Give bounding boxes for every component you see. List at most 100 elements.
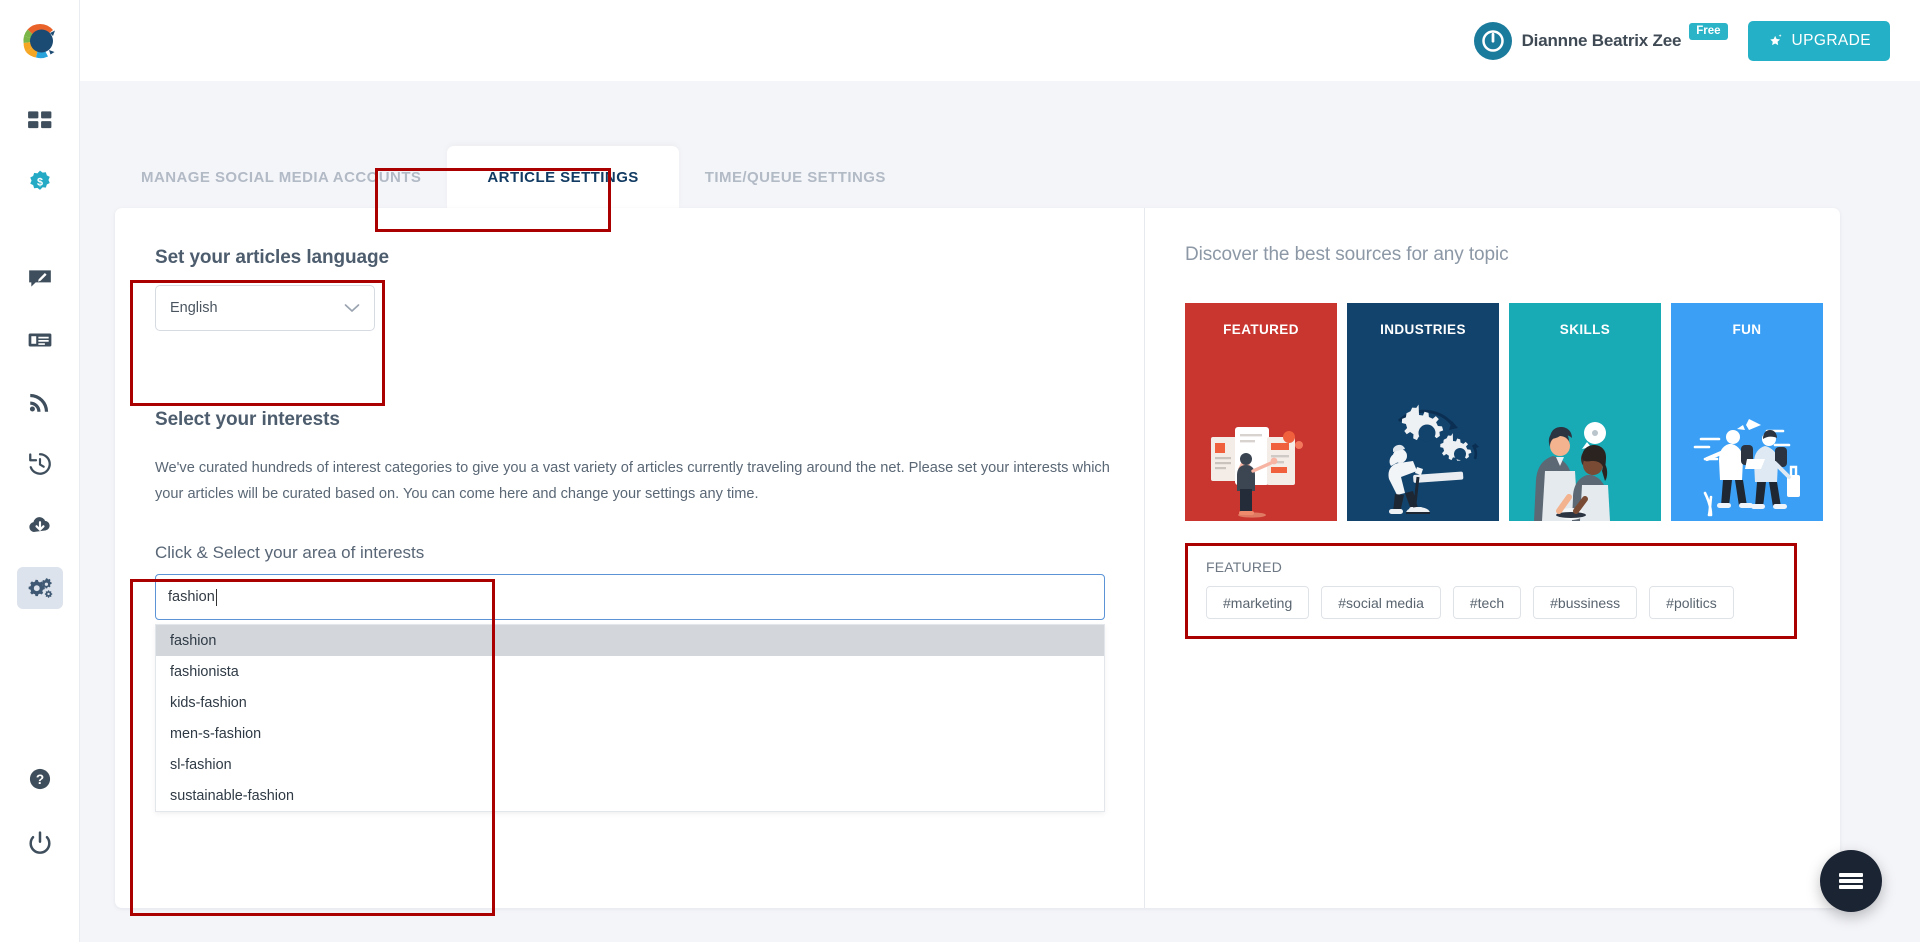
user-account[interactable]: Diannne Beatrix Zee Free: [1474, 22, 1730, 60]
tag-label: #bussiness: [1550, 595, 1620, 611]
sidebar-bottom-nav: ?: [17, 758, 63, 942]
clock-history-icon: [27, 451, 53, 477]
pie-chart-logo-icon: [16, 17, 64, 65]
settings-tabs: MANAGE SOCIAL MEDIA ACCOUNTS ARTICLE SET…: [115, 146, 912, 208]
upgrade-button[interactable]: UPGRADE: [1748, 21, 1890, 61]
tab-time-queue-settings[interactable]: TIME/QUEUE SETTINGS: [679, 146, 912, 208]
svg-text:?: ?: [35, 772, 43, 787]
suggestion-label: fashionista: [170, 664, 239, 680]
tab-label: MANAGE SOCIAL MEDIA ACCOUNTS: [141, 169, 421, 186]
app-logo[interactable]: [16, 17, 64, 65]
sidebar-item-monetize[interactable]: $: [17, 161, 63, 203]
discover-heading: Discover the best sources for any topic: [1185, 244, 1823, 266]
category-label: FUN: [1671, 322, 1823, 337]
list-item[interactable]: kids-fashion: [156, 687, 1104, 718]
category-card-fun[interactable]: FUN: [1671, 303, 1823, 521]
list-item[interactable]: fashion: [156, 625, 1104, 656]
rss-icon: [27, 389, 53, 415]
upgrade-label: UPGRADE: [1792, 32, 1871, 50]
sidebar-item-history[interactable]: [17, 443, 63, 485]
sidebar: $: [0, 0, 80, 942]
category-card-skills[interactable]: SKILLS: [1509, 303, 1661, 521]
category-label: FEATURED: [1185, 322, 1337, 337]
sidebar-item-help[interactable]: ?: [17, 758, 63, 800]
category-card-industries[interactable]: INDUSTRIES: [1347, 303, 1499, 521]
interests-combo-label: Click & Select your area of interests: [155, 543, 1104, 563]
language-heading: Set your articles language: [155, 247, 395, 269]
sidebar-item-downloads[interactable]: [17, 505, 63, 547]
suggestion-label: kids-fashion: [170, 695, 247, 711]
language-selected-value: English: [170, 300, 218, 316]
language-select[interactable]: English: [155, 285, 375, 331]
list-card-icon: [27, 327, 53, 353]
tab-article-settings[interactable]: ARTICLE SETTINGS: [447, 146, 678, 208]
tag-social-media[interactable]: #social media: [1321, 586, 1441, 619]
tag-politics[interactable]: #politics: [1649, 586, 1734, 619]
sidebar-item-rss[interactable]: [17, 381, 63, 423]
interests-description: We've curated hundreds of interest categ…: [155, 455, 1125, 507]
cloud-download-icon: [27, 513, 53, 539]
category-card-featured[interactable]: FEATURED: [1185, 303, 1337, 521]
gears-worker-art: [1347, 401, 1499, 521]
language-group: Set your articles language English: [155, 247, 395, 331]
interests-heading: Select your interests: [155, 409, 1104, 431]
two-cooks-art: [1509, 401, 1661, 521]
floating-menu-button[interactable]: [1820, 850, 1882, 912]
category-label: SKILLS: [1509, 322, 1661, 337]
board-presenter-art: [1185, 401, 1337, 521]
tag-label: #marketing: [1223, 595, 1292, 611]
text-caret: [216, 589, 217, 606]
tag-label: #social media: [1338, 595, 1424, 611]
sidebar-item-feed-list[interactable]: [17, 319, 63, 361]
article-settings-panel: Set your articles language English Selec…: [115, 208, 1144, 908]
plan-badge: Free: [1689, 23, 1727, 40]
featured-label: FEATURED: [1206, 559, 1776, 575]
tag-label: #politics: [1666, 595, 1717, 611]
dollar-badge-icon: $: [27, 169, 53, 195]
hamburger-menu-icon: [1839, 871, 1863, 892]
travelers-art: [1671, 401, 1823, 521]
svg-text:$: $: [36, 176, 42, 188]
page-body: MANAGE SOCIAL MEDIA ACCOUNTS ARTICLE SET…: [80, 81, 1920, 942]
tag-label: #tech: [1470, 595, 1504, 611]
suggestion-label: fashion: [170, 633, 216, 649]
tag-marketing[interactable]: #marketing: [1206, 586, 1309, 619]
star-sparkle-icon: [1767, 32, 1784, 49]
discover-panel: Discover the best sources for any topic …: [1144, 208, 1863, 908]
sidebar-item-compose[interactable]: [17, 257, 63, 299]
question-circle-icon: ?: [27, 766, 53, 792]
list-item[interactable]: sl-fashion: [156, 749, 1104, 780]
sidebar-item-settings[interactable]: [17, 567, 63, 609]
settings-card: Set your articles language English Selec…: [115, 208, 1840, 908]
interests-suggestions-list: fashion fashionista kids-fashion men-s-f…: [155, 624, 1105, 812]
tab-manage-social-media-accounts[interactable]: MANAGE SOCIAL MEDIA ACCOUNTS: [115, 146, 447, 208]
top-header: Diannne Beatrix Zee Free UPGRADE: [80, 0, 1920, 81]
chevron-down-icon: [344, 303, 360, 313]
list-item[interactable]: sustainable-fashion: [156, 780, 1104, 811]
avatar: [1474, 22, 1512, 60]
app-root: $: [0, 0, 1920, 942]
interests-search-input[interactable]: fashion: [155, 574, 1105, 620]
tag-tech[interactable]: #tech: [1453, 586, 1521, 619]
sidebar-item-logout[interactable]: [17, 822, 63, 864]
user-name: Diannne Beatrix Zee: [1522, 31, 1682, 51]
tab-label: ARTICLE SETTINGS: [487, 169, 638, 186]
gears-icon: [27, 575, 53, 601]
suggestion-label: men-s-fashion: [170, 726, 261, 742]
sidebar-item-dashboard[interactable]: [17, 99, 63, 141]
suggestion-label: sustainable-fashion: [170, 788, 294, 804]
tag-row: #marketing #social media #tech #bussines…: [1206, 586, 1776, 619]
sidebar-nav: $: [0, 99, 79, 629]
grid-icon: [27, 107, 53, 133]
tab-label: TIME/QUEUE SETTINGS: [705, 169, 886, 186]
list-item[interactable]: fashionista: [156, 656, 1104, 687]
category-card-grid: FEATURED: [1185, 303, 1823, 521]
category-label: INDUSTRIES: [1347, 322, 1499, 337]
power-avatar-icon: [1478, 26, 1508, 56]
featured-tags-box: FEATURED #marketing #social media #tech …: [1185, 543, 1797, 639]
tag-bussiness[interactable]: #bussiness: [1533, 586, 1637, 619]
interests-input-value: fashion: [168, 589, 215, 605]
list-item[interactable]: men-s-fashion: [156, 718, 1104, 749]
pencil-chat-icon: [27, 265, 53, 291]
power-icon: [27, 830, 53, 856]
